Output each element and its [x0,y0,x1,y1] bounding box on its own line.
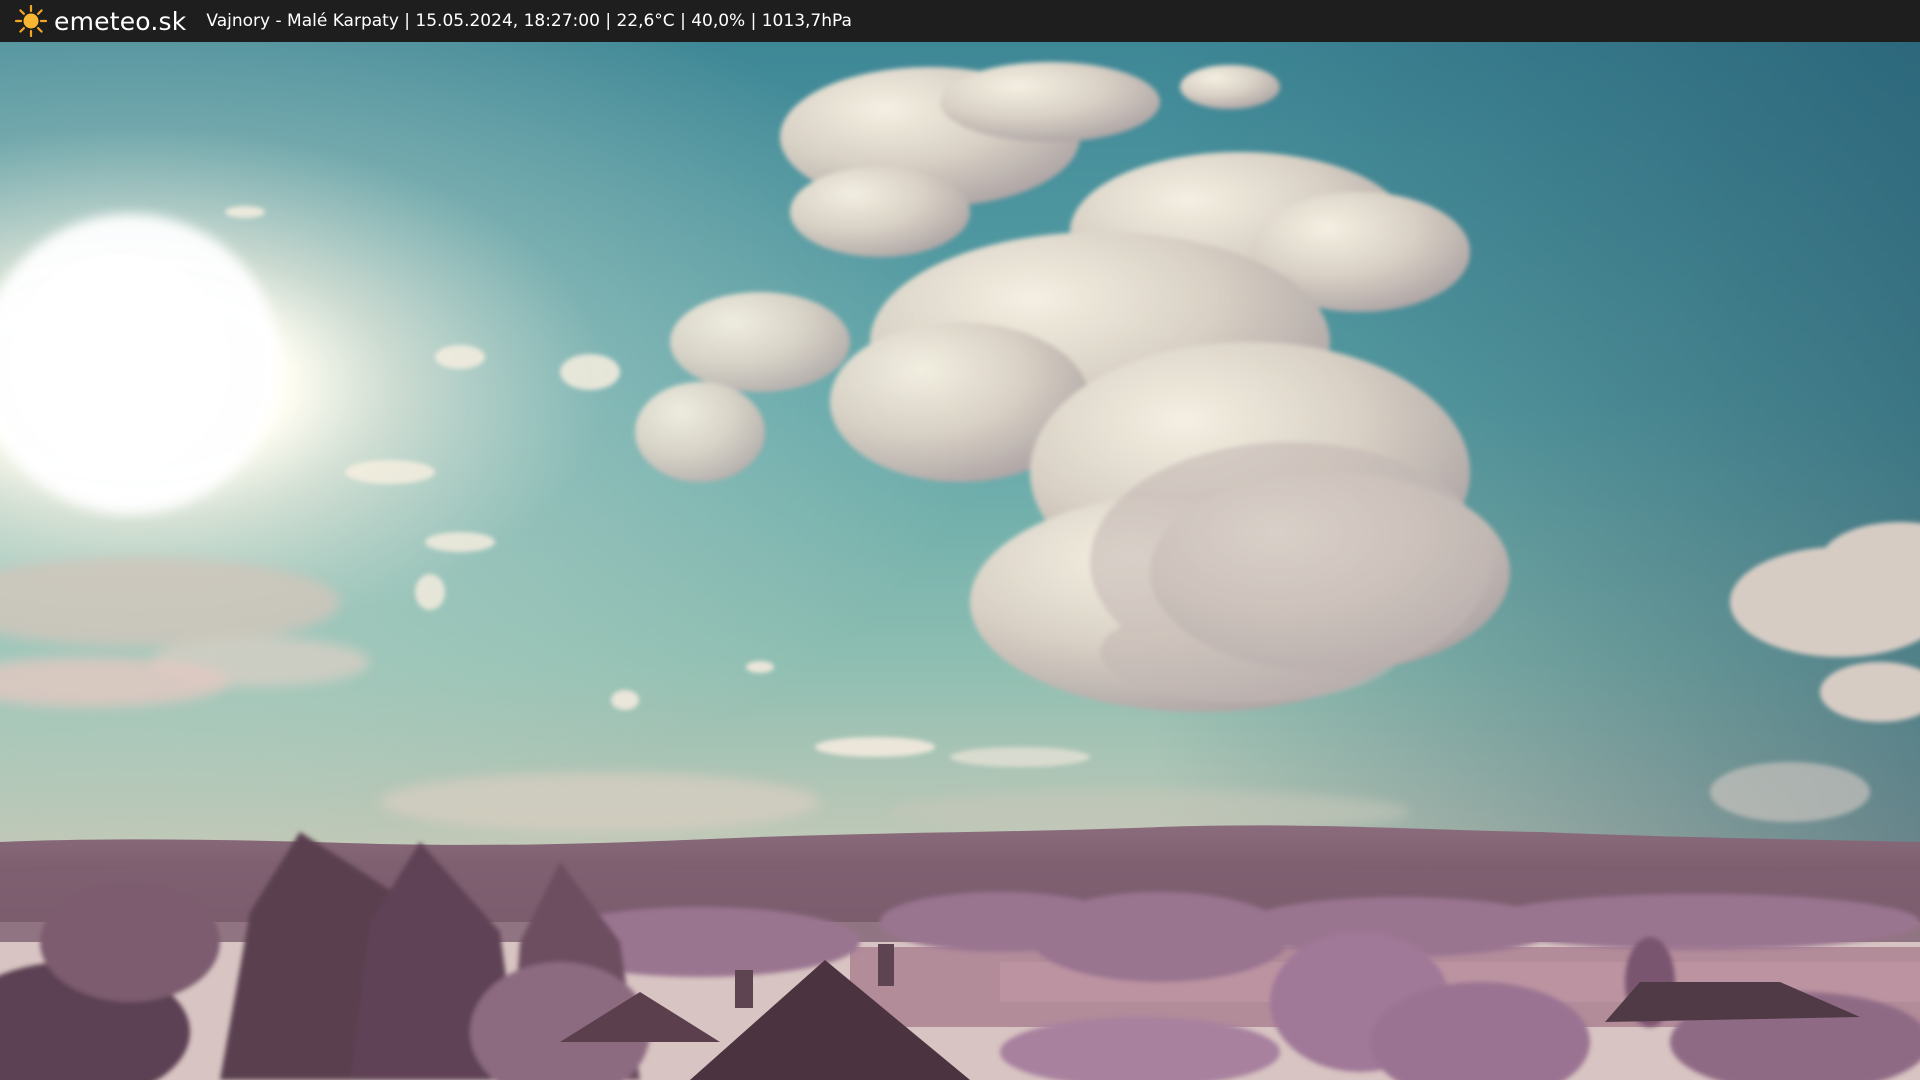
brand-name: emeteo.sk [54,6,187,36]
station-info: Vajnory - Malé Karpaty | 15.05.2024, 18:… [206,11,852,31]
top-bar: emeteo.sk Vajnory - Malé Karpaty | 15.05… [0,0,1920,42]
webcam-scene [0,42,1920,1080]
brand-logo[interactable]: emeteo.sk [14,4,186,38]
webcam-image [0,42,1920,1080]
sun-icon [14,4,48,38]
